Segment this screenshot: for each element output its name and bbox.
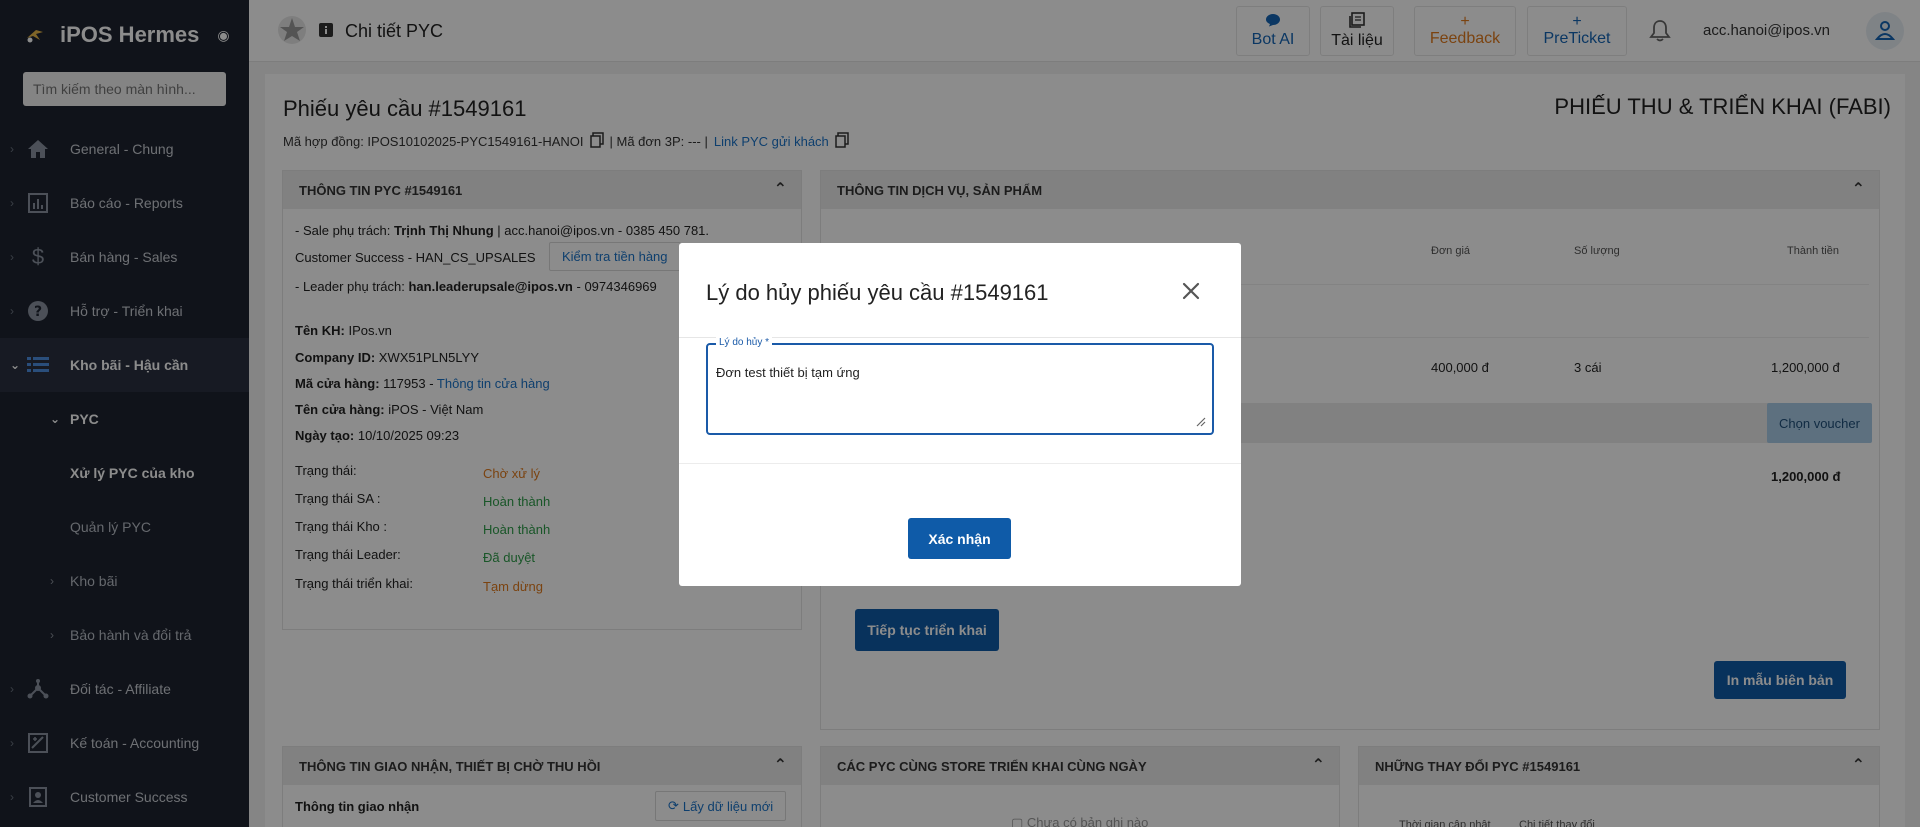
cancel-reason-modal: Lý do hủy phiếu yêu cầu #1549161 Lý do h… (679, 243, 1241, 586)
modal-header: Lý do hủy phiếu yêu cầu #1549161 (679, 243, 1241, 338)
modal-title: Lý do hủy phiếu yêu cầu #1549161 (706, 280, 1049, 305)
field-label: Lý do hủy * (716, 337, 773, 348)
close-icon[interactable] (1179, 279, 1203, 303)
cancel-reason-field[interactable]: Lý do hủy * Đơn test thiết bị tạm ứng (706, 337, 1214, 435)
cancel-reason-input[interactable]: Đơn test thiết bị tạm ứng (716, 365, 1186, 415)
resize-handle-icon[interactable] (1194, 415, 1206, 427)
modal-divider (679, 463, 1241, 464)
confirm-button[interactable]: Xác nhận (908, 518, 1011, 559)
